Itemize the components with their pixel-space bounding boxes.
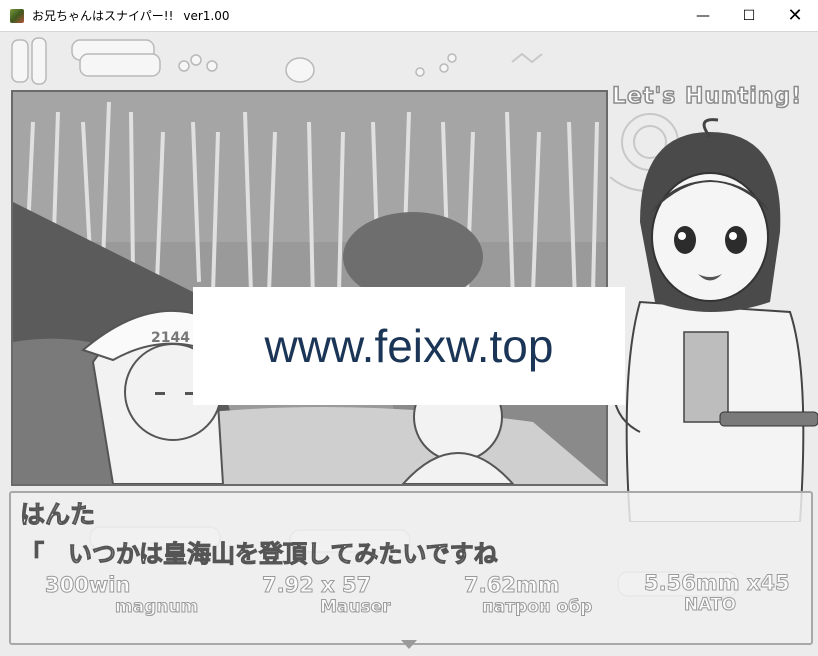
character-portrait	[612, 118, 818, 522]
ammo-line1: 7.62mm	[464, 573, 561, 597]
watermark: www.feixw.top	[193, 287, 625, 405]
cap-text: 2144	[151, 330, 190, 346]
window-controls: — ☐ ✕	[680, 0, 818, 31]
dialogue-text: 「 いつかは皇海山を登頂してみたいですね	[20, 540, 499, 569]
minimize-button[interactable]: —	[680, 0, 726, 31]
ammo-line2: Mauser	[320, 597, 392, 618]
speaker-name: はんた	[19, 500, 96, 530]
window-title: お兄ちゃんはスナイパー!!	[32, 9, 174, 23]
title-bar[interactable]: お兄ちゃんはスナイパー!! ver1.00 — ☐ ✕	[0, 0, 818, 32]
window-version: ver1.00	[183, 8, 230, 23]
ammo-line2: NATO	[684, 595, 737, 616]
ammo-label-556: 5.56mm x45 NATO	[644, 571, 791, 616]
lets-hunting-banner: Let's Hunting!	[611, 83, 803, 110]
game-canvas[interactable]: 2144 Let's Hunting! www.feixw.top 300win…	[0, 32, 818, 656]
ammo-line2: magnum	[114, 597, 199, 618]
close-button[interactable]: ✕	[772, 0, 818, 31]
game-window: お兄ちゃんはスナイパー!! ver1.00 — ☐ ✕ 2144 Let's H…	[0, 0, 818, 656]
ammo-label-762: 7.62mm патрон обр	[464, 573, 593, 618]
watermark-text: www.feixw.top	[264, 320, 554, 372]
ammo-line2: патрон обр	[481, 597, 593, 618]
ammo-line1: 300win	[44, 573, 131, 597]
ammo-label-300win: 300win magnum	[44, 573, 199, 618]
maximize-button[interactable]: ☐	[726, 0, 772, 31]
ammo-label-792: 7.92 x 57 Mauser	[261, 573, 392, 618]
continue-arrow-icon[interactable]	[401, 640, 417, 649]
ammo-line1: 7.92 x 57	[261, 573, 372, 597]
app-icon	[10, 8, 24, 23]
ammo-line1: 5.56mm x45	[644, 571, 791, 595]
